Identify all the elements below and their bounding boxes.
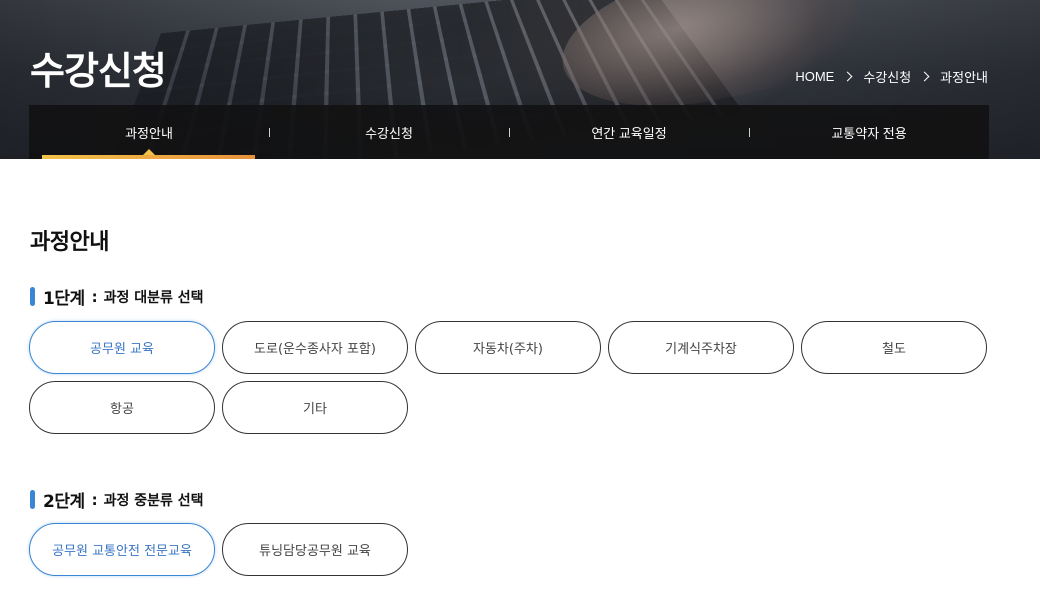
tab-label: 교통약자 전용 bbox=[831, 125, 907, 141]
hero-title: 수강신청 bbox=[30, 49, 167, 93]
step2-number: 2단계 bbox=[43, 492, 85, 512]
option-mechanical-parking[interactable]: 기계식주차장 bbox=[608, 321, 794, 374]
tab-bar: 과정안내 수강신청 연간 교육일정 교통약자 전용 bbox=[29, 105, 989, 159]
breadcrumb-item-apply[interactable]: 수강신청 bbox=[863, 67, 911, 86]
step1-colon: : bbox=[91, 287, 98, 306]
option-traffic-safety-training[interactable]: 공무원 교통안전 전문교육 bbox=[29, 523, 215, 576]
tab-label: 연간 교육일정 bbox=[591, 125, 667, 141]
step2-heading: 2단계 : 과정 중분류 선택 bbox=[30, 487, 204, 512]
tab-annual-schedule[interactable]: 연간 교육일정 bbox=[509, 105, 749, 159]
option-road[interactable]: 도로(운수종사자 포함) bbox=[222, 321, 408, 374]
option-aviation[interactable]: 항공 bbox=[29, 381, 215, 434]
breadcrumb-current: 과정안내 bbox=[940, 70, 988, 85]
step1-options: 공무원 교육 도로(운수종사자 포함) 자동차(주차) 기계식주차장 철도 항공… bbox=[29, 321, 989, 434]
step1-heading: 1단계 : 과정 대분류 선택 bbox=[30, 284, 204, 309]
tab-course-info[interactable]: 과정안내 bbox=[29, 105, 269, 159]
chevron-right-icon bbox=[919, 71, 930, 82]
chevron-right-icon bbox=[842, 71, 853, 82]
step1-description: 과정 대분류 선택 bbox=[103, 289, 204, 306]
step2-colon: : bbox=[91, 490, 98, 509]
tab-mobility-impaired[interactable]: 교통약자 전용 bbox=[749, 105, 989, 159]
option-civil-servant[interactable]: 공무원 교육 bbox=[29, 321, 215, 374]
step2-options: 공무원 교통안전 전문교육 튜닝담당공무원 교육 bbox=[29, 523, 989, 576]
option-vehicle-parking[interactable]: 자동차(주차) bbox=[415, 321, 601, 374]
step-marker bbox=[30, 490, 35, 509]
tab-label: 과정안내 bbox=[125, 125, 173, 141]
step-marker bbox=[30, 287, 35, 306]
step2-description: 과정 중분류 선택 bbox=[103, 492, 204, 509]
step1-number: 1단계 bbox=[43, 289, 85, 309]
option-other[interactable]: 기타 bbox=[222, 381, 408, 434]
option-tuning-official-training[interactable]: 튜닝담당공무원 교육 bbox=[222, 523, 408, 576]
tab-apply[interactable]: 수강신청 bbox=[269, 105, 509, 159]
option-railway[interactable]: 철도 bbox=[801, 321, 987, 374]
hero-banner: 수강신청 HOME 수강신청 과정안내 과정안내 수강신청 연간 교육일정 교통… bbox=[0, 0, 1040, 159]
breadcrumb: HOME 수강신청 과정안내 bbox=[795, 67, 988, 86]
caret-up-icon bbox=[143, 149, 155, 155]
page-title: 과정안내 bbox=[30, 230, 109, 255]
breadcrumb-home[interactable]: HOME bbox=[795, 69, 834, 84]
tab-label: 수강신청 bbox=[365, 125, 413, 141]
